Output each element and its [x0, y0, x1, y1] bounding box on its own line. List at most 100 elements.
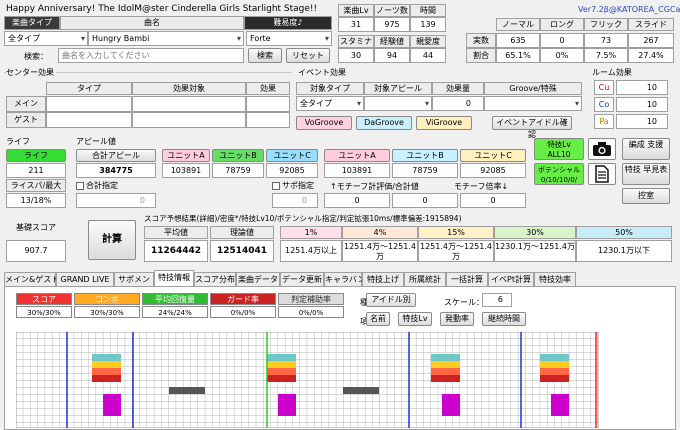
- unit2-c-value: 92085: [460, 163, 526, 178]
- legend-combo: コンボ: [74, 293, 140, 305]
- event-appeal-select[interactable]: [364, 96, 432, 111]
- calculate-button[interactable]: 計算: [88, 220, 136, 260]
- search-button[interactable]: 検索: [248, 48, 282, 63]
- exp-value: 94: [374, 48, 410, 63]
- tab-grand-live[interactable]: GRAND LIVE: [56, 272, 114, 286]
- tab-song-data[interactable]: 楽曲データ: [236, 272, 280, 286]
- center-target-header: 効果対象: [132, 82, 246, 95]
- unit-a-value: 103891: [162, 163, 210, 178]
- pct-4-value: 1251.4万〜1251.4万: [342, 240, 418, 262]
- tab-data-update[interactable]: データ更新: [280, 272, 324, 286]
- real-flick: 73: [584, 33, 628, 48]
- vo-groove-button[interactable]: VoGroove: [296, 116, 352, 130]
- pct-30-value: 1230.1万〜1251.4万: [494, 240, 576, 262]
- motif-sum-label: ↑モチーフ計評価/合計値: [330, 182, 419, 191]
- skill-quickview-button[interactable]: 特技 早見表: [622, 163, 670, 185]
- song-name-select[interactable]: Hungry Bambi: [88, 31, 244, 46]
- motif-b-value: 0: [392, 193, 458, 208]
- document-icon: [595, 165, 609, 183]
- unit2-c-button[interactable]: ユニットC: [460, 149, 526, 162]
- event-appeal-header: 対象アピール: [364, 82, 432, 95]
- average-value: 11264442: [144, 240, 208, 262]
- motif-ratio-label: モチーフ倍率↓: [454, 182, 509, 191]
- motif-c-value: 0: [460, 193, 526, 208]
- reset-button[interactable]: リセット: [286, 48, 330, 63]
- event-idol-check-button[interactable]: イベントアイドル確認: [492, 116, 572, 139]
- room-title: ルーム効果: [592, 68, 632, 77]
- sum-assign-input[interactable]: 0: [76, 193, 156, 208]
- room-pa-input[interactable]: 10: [616, 114, 668, 129]
- document-button[interactable]: [588, 163, 616, 185]
- event-groove-select[interactable]: [484, 96, 582, 111]
- legend-guard-value: 0%/0%: [210, 306, 276, 318]
- unit2-a-button[interactable]: ユニットA: [324, 149, 390, 162]
- total-appeal-button[interactable]: 合計アピール: [76, 149, 156, 162]
- tab-skill-efficiency[interactable]: 特技効率: [534, 272, 576, 286]
- support-assign-input[interactable]: 0: [272, 193, 318, 208]
- pct-4-header: 4%: [342, 226, 418, 239]
- note-slide-header: スライド: [628, 18, 674, 31]
- tab-affiliation-stats[interactable]: 所属統計: [404, 272, 446, 286]
- tab-batch-calc[interactable]: 一括計算: [446, 272, 488, 286]
- tab-caravan[interactable]: キャラバン: [324, 272, 365, 286]
- song-type-select[interactable]: 全タイプ: [4, 31, 88, 46]
- event-amount-input[interactable]: 0: [432, 96, 484, 111]
- support-assign-label: サポ指定: [282, 181, 314, 190]
- room-pa-label: Pa: [594, 114, 614, 129]
- unit2-b-button[interactable]: ユニットB: [392, 149, 458, 162]
- item-skill-level-button[interactable]: 特技Lv: [398, 312, 432, 326]
- song-difficulty-header: 難易度♪: [244, 16, 332, 30]
- room-co-input[interactable]: 10: [616, 97, 668, 112]
- skill-level-all10-button[interactable]: 特技Lv ALL10: [534, 138, 584, 160]
- sum-assign-checkbox[interactable]: 合計指定: [76, 180, 118, 191]
- sum-assign-label: 合計指定: [86, 181, 118, 190]
- tab-skill-info[interactable]: 特技情報: [154, 270, 194, 286]
- unit-c-button[interactable]: ユニットC: [266, 149, 318, 162]
- note-normal-header: ノーマル: [496, 18, 540, 31]
- pct-30-header: 30%: [494, 226, 576, 239]
- scale-input[interactable]: 6: [482, 293, 512, 307]
- formation-support-button[interactable]: 編成 支援: [622, 138, 670, 160]
- tab-skill-up[interactable]: 特技上げ: [362, 272, 404, 286]
- tab-support-members[interactable]: サポメン: [114, 272, 154, 286]
- search-input[interactable]: [58, 48, 244, 63]
- event-type-header: 対象タイプ: [296, 82, 364, 95]
- item-activation-button[interactable]: 発動率: [440, 312, 474, 326]
- item-name-button[interactable]: 名前: [366, 312, 390, 326]
- room-co-label: Co: [594, 97, 614, 112]
- average-label: 平均値: [144, 226, 208, 239]
- tab-event-pt-calc[interactable]: イベPt計算: [488, 272, 534, 286]
- pct-15-header: 15%: [418, 226, 494, 239]
- theory-value: 12514041: [210, 240, 274, 262]
- center-type-header: タイプ: [46, 82, 132, 95]
- center-guest-type: [46, 112, 132, 128]
- unit-b-button[interactable]: ユニットB: [212, 149, 264, 162]
- da-groove-button[interactable]: DaGroove: [356, 116, 412, 130]
- unit-a-button[interactable]: ユニットA: [162, 149, 210, 162]
- total-appeal-value: 384775: [76, 163, 156, 178]
- room-cu-label: Cu: [594, 80, 614, 95]
- support-assign-checkbox[interactable]: サポ指定: [272, 180, 314, 191]
- camera-button[interactable]: [588, 138, 616, 160]
- legend-combo-value: 30%/30%: [74, 306, 140, 318]
- tab-score-distribution[interactable]: スコア分布: [194, 272, 236, 286]
- legend-heal-value: 24%/24%: [142, 306, 208, 318]
- note-flick-header: フリック: [584, 18, 628, 31]
- life-button[interactable]: ライフ: [6, 149, 66, 162]
- item-duration-button[interactable]: 継続時間: [482, 312, 526, 326]
- life-value: 211: [6, 163, 66, 178]
- pct-50-header: 50%: [576, 226, 672, 239]
- search-label: 検索：: [24, 52, 48, 61]
- ratio-label: 割合: [466, 48, 496, 63]
- potential-button[interactable]: ポテンシャル 0/10/10/0/: [534, 163, 584, 185]
- kind-idol-button[interactable]: アイドル別: [366, 293, 416, 307]
- vi-groove-button[interactable]: ViGroove: [416, 116, 472, 130]
- room-cu-input[interactable]: 10: [616, 80, 668, 95]
- tab-main-guest[interactable]: メイン&ゲスト: [4, 272, 59, 286]
- waiting-room-button[interactable]: 控室: [622, 188, 670, 204]
- song-difficulty-select[interactable]: Forte: [246, 31, 332, 46]
- song-type-header: 楽曲タイプ: [4, 16, 60, 30]
- center-guest-label: ゲスト: [6, 112, 46, 128]
- event-type-select[interactable]: 全タイプ: [296, 96, 364, 111]
- event-title: イベント効果: [298, 68, 346, 77]
